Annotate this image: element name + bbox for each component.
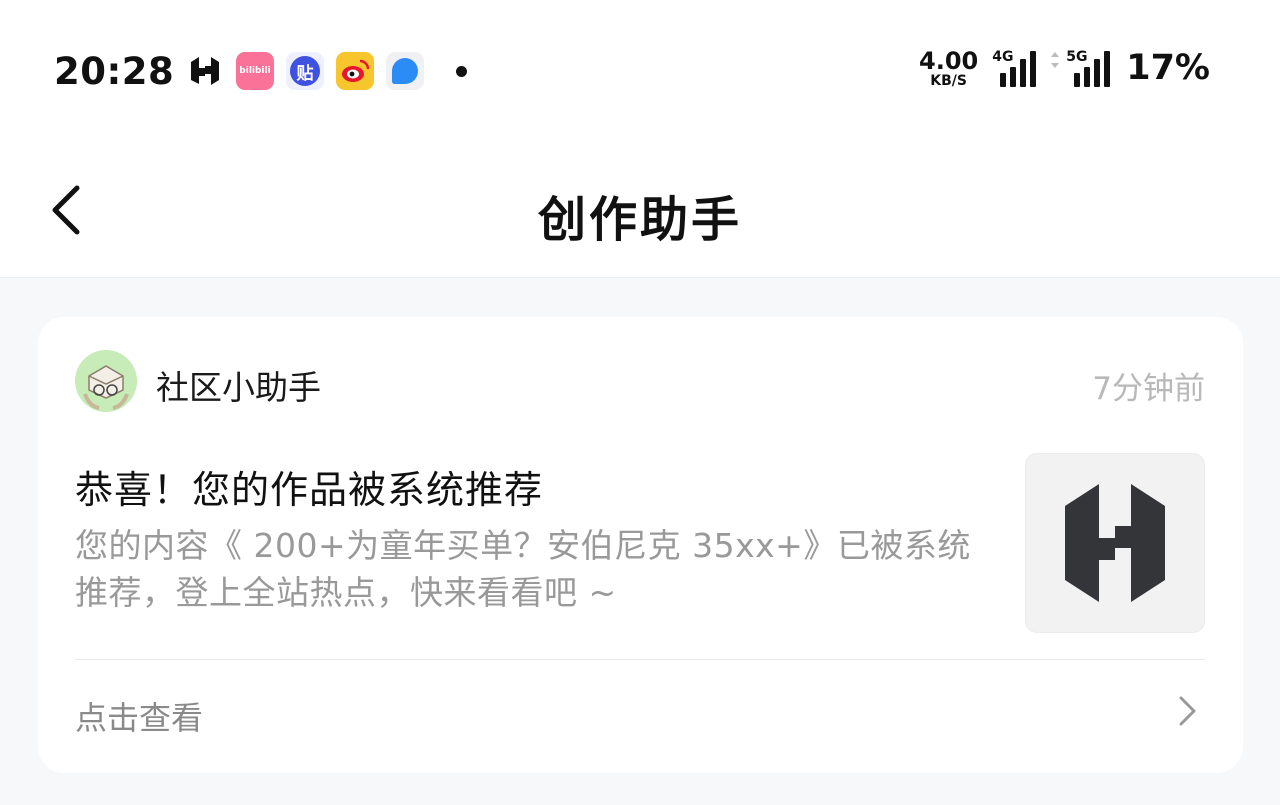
signal-sim1-icon: 4G (992, 49, 1037, 87)
bilibili-icon: bilibili (236, 52, 274, 90)
article-thumbnail[interactable] (1025, 453, 1205, 633)
battery-level: 17% (1126, 48, 1210, 88)
view-details-link[interactable]: 点击查看 (75, 693, 203, 739)
tieba-icon: 贴 (286, 52, 324, 90)
more-notifications-dot-icon (456, 65, 467, 77)
network-speed: 4.00 KB/S (919, 46, 979, 89)
page-title: 创作助手 (537, 192, 742, 248)
weibo-icon (336, 52, 374, 90)
hupu-logo-icon (1065, 484, 1165, 602)
sender-name: 社区小助手 (156, 368, 321, 407)
status-bar: 20:28 bilibili 贴 4.00 KB/S 4G 5G 17% (0, 0, 1280, 140)
message-card[interactable]: 社区小助手 7分钟前 恭喜！您的作品被系统推荐 您的内容《 200+为童年买单？… (38, 317, 1243, 773)
chevron-right-icon[interactable] (1167, 691, 1207, 731)
message-title: 恭喜！您的作品被系统推荐 (75, 468, 544, 512)
notification-app-icons: bilibili 贴 (186, 52, 467, 90)
message-time: 7分钟前 (1092, 371, 1205, 407)
data-transfer-arrows-icon (1051, 52, 1060, 68)
nav-bar: 创作助手 (0, 140, 1280, 278)
signal-sim2-icon: 5G (1051, 49, 1111, 87)
clock: 20:28 (54, 50, 175, 93)
avatar (75, 350, 137, 412)
browser-icon (386, 52, 424, 90)
message-body: 您的内容《 200+为童年买单？安伯尼克 35xx+》已被系统推荐，登上全站热点… (75, 526, 971, 612)
divider (75, 659, 1205, 660)
system-indicators: 4.00 KB/S 4G 5G 17% (919, 48, 1210, 88)
hupu-icon (186, 52, 224, 90)
